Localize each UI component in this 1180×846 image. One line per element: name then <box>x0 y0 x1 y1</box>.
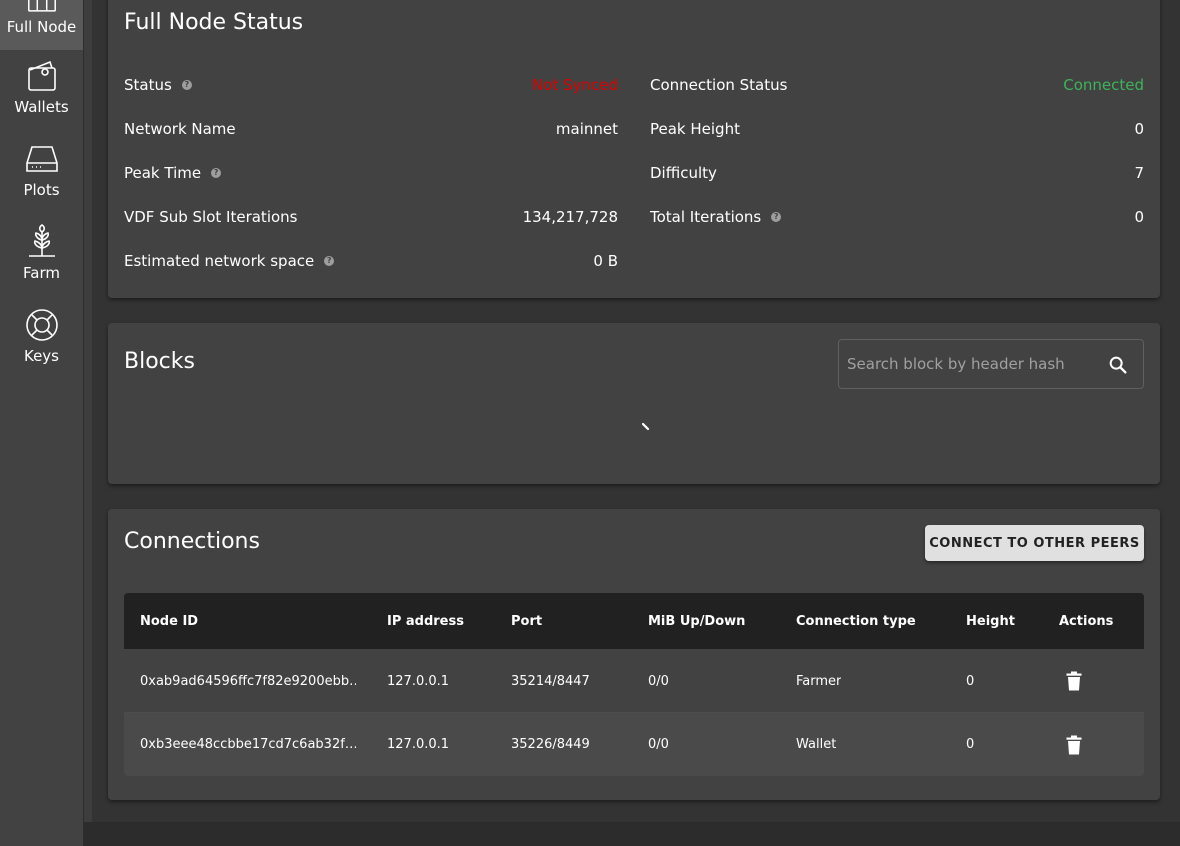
port-cell: 35226/8449 <box>511 737 590 752</box>
help-icon[interactable]: ? <box>181 80 192 90</box>
column-header: Port <box>511 613 543 629</box>
network-space-label: Estimated network space <box>124 252 315 270</box>
vdf-row: VDF Sub Slot Iterations 134,217,728 <box>124 206 618 228</box>
trash-icon[interactable] <box>1065 735 1083 755</box>
hard-drive-icon <box>25 146 58 172</box>
node-id-cell: 0xb3eee48ccbbe17cd7c6ab32f… <box>140 737 356 752</box>
network-space-value: 0 B <box>593 252 618 270</box>
blocks-card: Blocks <box>108 323 1160 484</box>
sidebar-item-full-node[interactable]: Full Node <box>0 0 83 50</box>
difficulty-row: Difficulty 7 <box>650 162 1144 184</box>
port-cell: 35214/8447 <box>511 673 590 689</box>
sidebar-item-keys[interactable]: Keys <box>0 307 83 390</box>
actions-cell <box>1065 650 1083 712</box>
main-scrollbar[interactable] <box>84 0 92 822</box>
peak-time-label: Peak Time <box>124 164 202 182</box>
height-cell: 0 <box>966 673 975 689</box>
connections-table: Node ID IP address Port MiB Up/Down Conn… <box>124 593 1144 776</box>
status-label: Status <box>124 76 172 94</box>
mib-cell: 0/0 <box>648 737 669 752</box>
wallet-icon <box>27 60 56 91</box>
column-header: Connection type <box>796 613 916 629</box>
search-input[interactable] <box>847 355 1097 373</box>
network-name-row: Network Name mainnet <box>124 118 618 140</box>
network-space-row: Estimated network space? 0 B <box>124 250 618 272</box>
actions-cell <box>1065 713 1083 776</box>
network-name-label: Network Name <box>124 120 236 138</box>
sidebar-item-farm[interactable]: Farm <box>0 224 83 307</box>
help-icon[interactable]: ? <box>324 256 335 266</box>
bottom-strip <box>84 822 1180 846</box>
connections-card: Connections CONNECT TO OTHER PEERS Node … <box>108 509 1160 800</box>
sidebar-item-label: Plots <box>23 181 60 199</box>
help-icon[interactable]: ? <box>211 168 222 178</box>
vdf-label: VDF Sub Slot Iterations <box>124 208 298 226</box>
sidebar-item-label: Keys <box>23 347 59 365</box>
sidebar-item-wallets[interactable]: Wallets <box>0 58 83 141</box>
sidebar-item-label: Farm <box>23 264 60 282</box>
vdf-value: 134,217,728 <box>522 208 618 226</box>
network-name-value: mainnet <box>555 120 618 138</box>
page-title: Full Node Status <box>124 10 304 35</box>
table-row: 0xab9ad64596ffc7f82e9200ebb… 127.0.0.1 3… <box>124 650 1144 713</box>
loading-spinner-icon <box>642 423 650 431</box>
table-row: 0xb3eee48ccbbe17cd7c6ab32f… 127.0.0.1 35… <box>124 713 1144 776</box>
total-iterations-value: 0 <box>1134 208 1144 226</box>
sidebar-item-plots[interactable]: Plots <box>0 141 83 224</box>
total-iterations-label: Total Iterations <box>650 208 762 226</box>
sidebar-item-label: Full Node <box>6 18 77 36</box>
search-icon[interactable] <box>1107 354 1129 376</box>
sidebar: Full Node Wallets Plots Farm Keys <box>0 0 84 846</box>
status-row: Status? Not Synced <box>124 74 618 96</box>
trash-icon[interactable] <box>1065 671 1083 691</box>
column-header: IP address <box>387 613 464 629</box>
connection-type-cell: Wallet <box>796 737 837 752</box>
connection-type-cell: Farmer <box>796 673 842 689</box>
sidebar-item-label: Wallets <box>14 98 69 116</box>
difficulty-label: Difficulty <box>650 164 717 182</box>
height-cell: 0 <box>966 737 975 752</box>
search-box <box>838 339 1144 389</box>
peak-height-row: Peak Height 0 <box>650 118 1144 140</box>
total-iterations-row: Total Iterations? 0 <box>650 206 1144 228</box>
node-id-cell: 0xab9ad64596ffc7f82e9200ebb… <box>140 673 356 689</box>
peak-height-value: 0 <box>1134 120 1144 138</box>
connections-title: Connections <box>124 529 260 554</box>
table-header: Node ID IP address Port MiB Up/Down Conn… <box>124 593 1144 649</box>
full-node-status-card: Full Node Status Status? Not Synced Netw… <box>108 0 1160 298</box>
peak-time-row: Peak Time? <box>124 162 618 184</box>
ip-cell: 127.0.0.1 <box>387 737 450 752</box>
column-header: Node ID <box>140 613 199 629</box>
column-header: Height <box>966 613 1015 629</box>
connection-status-label: Connection Status <box>650 76 788 94</box>
peak-height-label: Peak Height <box>650 120 740 138</box>
blocks-title: Blocks <box>124 349 195 374</box>
plant-icon <box>28 224 55 257</box>
connect-to-peers-button[interactable]: CONNECT TO OTHER PEERS <box>925 525 1144 561</box>
column-header: MiB Up/Down <box>648 613 746 629</box>
help-icon[interactable]: ? <box>771 212 782 222</box>
mib-cell: 0/0 <box>648 673 669 689</box>
ip-cell: 127.0.0.1 <box>387 673 450 689</box>
difficulty-value: 7 <box>1134 164 1144 182</box>
connection-status-row: Connection Status Connected <box>650 74 1144 96</box>
column-header: Actions <box>1059 613 1114 629</box>
sync-status-value: Not Synced <box>532 76 618 94</box>
connection-status-value: Connected <box>1063 76 1144 94</box>
lifebuoy-icon <box>25 309 58 341</box>
